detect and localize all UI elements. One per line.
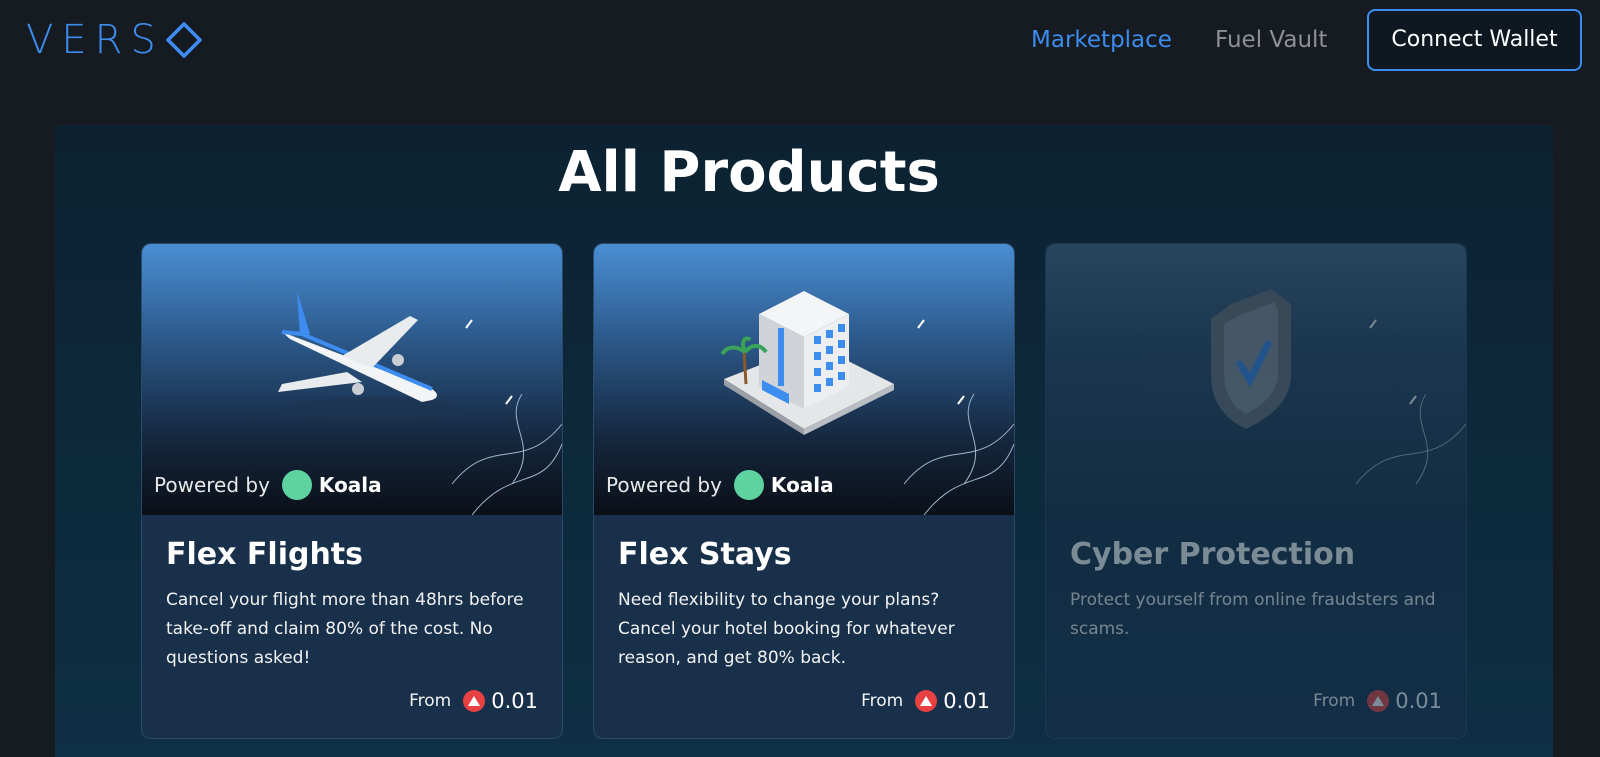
product-card-flex-flights[interactable]: Powered by Koala Flex Flights Cancel you… [141,243,563,739]
card-description: Cancel your flight more than 48hrs befor… [166,590,524,668]
price: From 0.01 [861,686,990,716]
card-illustration [1046,244,1466,515]
avax-token-icon [915,690,938,712]
price-prefix: From [1313,691,1356,711]
price-value: 0.01 [491,689,538,713]
price-value: 0.01 [1395,689,1442,713]
top-bar: VERS Marketplace Fuel Vault Connect Wall… [0,0,1600,90]
card-description: Need flexibility to change your plans? C… [618,590,955,668]
verso-logo[interactable]: VERS [26,18,206,62]
price: From 0.01 [1313,686,1442,716]
price: From 0.01 [409,686,538,716]
powered-by-label: Powered by [154,473,270,497]
powered-by-label: Powered by [606,473,722,497]
card-illustration: Powered by Koala [142,244,562,515]
product-card-cyber-protection: Cyber Protection Protect yourself from o… [1045,243,1467,739]
card-title: Flex Stays [618,537,792,572]
card-title: Cyber Protection [1070,537,1356,572]
price-prefix: From [861,691,904,711]
page-title: All Products [558,140,940,205]
price-prefix: From [409,691,452,711]
diamond-logo-icon [166,22,202,58]
card-description: Protect yourself from online fraudsters … [1070,590,1436,639]
avax-token-icon [1367,690,1390,712]
logo-wordmark: VERS [26,17,164,63]
card-illustration: Powered by Koala [594,244,1014,515]
partner-name: Koala [770,473,834,497]
partner-name: Koala [318,473,382,497]
nav-marketplace[interactable]: Marketplace [1031,24,1172,56]
nav-fuel-vault[interactable]: Fuel Vault [1215,24,1327,56]
powered-by-badge: Powered by Koala [606,467,834,503]
card-title: Flex Flights [166,537,364,572]
powered-by-badge: Powered by Koala [154,467,382,503]
shield-check-icon [1211,289,1466,485]
price-value: 0.01 [943,689,990,713]
connect-wallet-button[interactable]: Connect Wallet [1367,9,1582,71]
product-card-flex-stays[interactable]: Powered by Koala Flex Stays Need flexibi… [593,243,1015,739]
avax-token-icon [463,690,486,712]
koala-logo-icon [281,470,312,500]
koala-logo-icon [733,470,764,500]
